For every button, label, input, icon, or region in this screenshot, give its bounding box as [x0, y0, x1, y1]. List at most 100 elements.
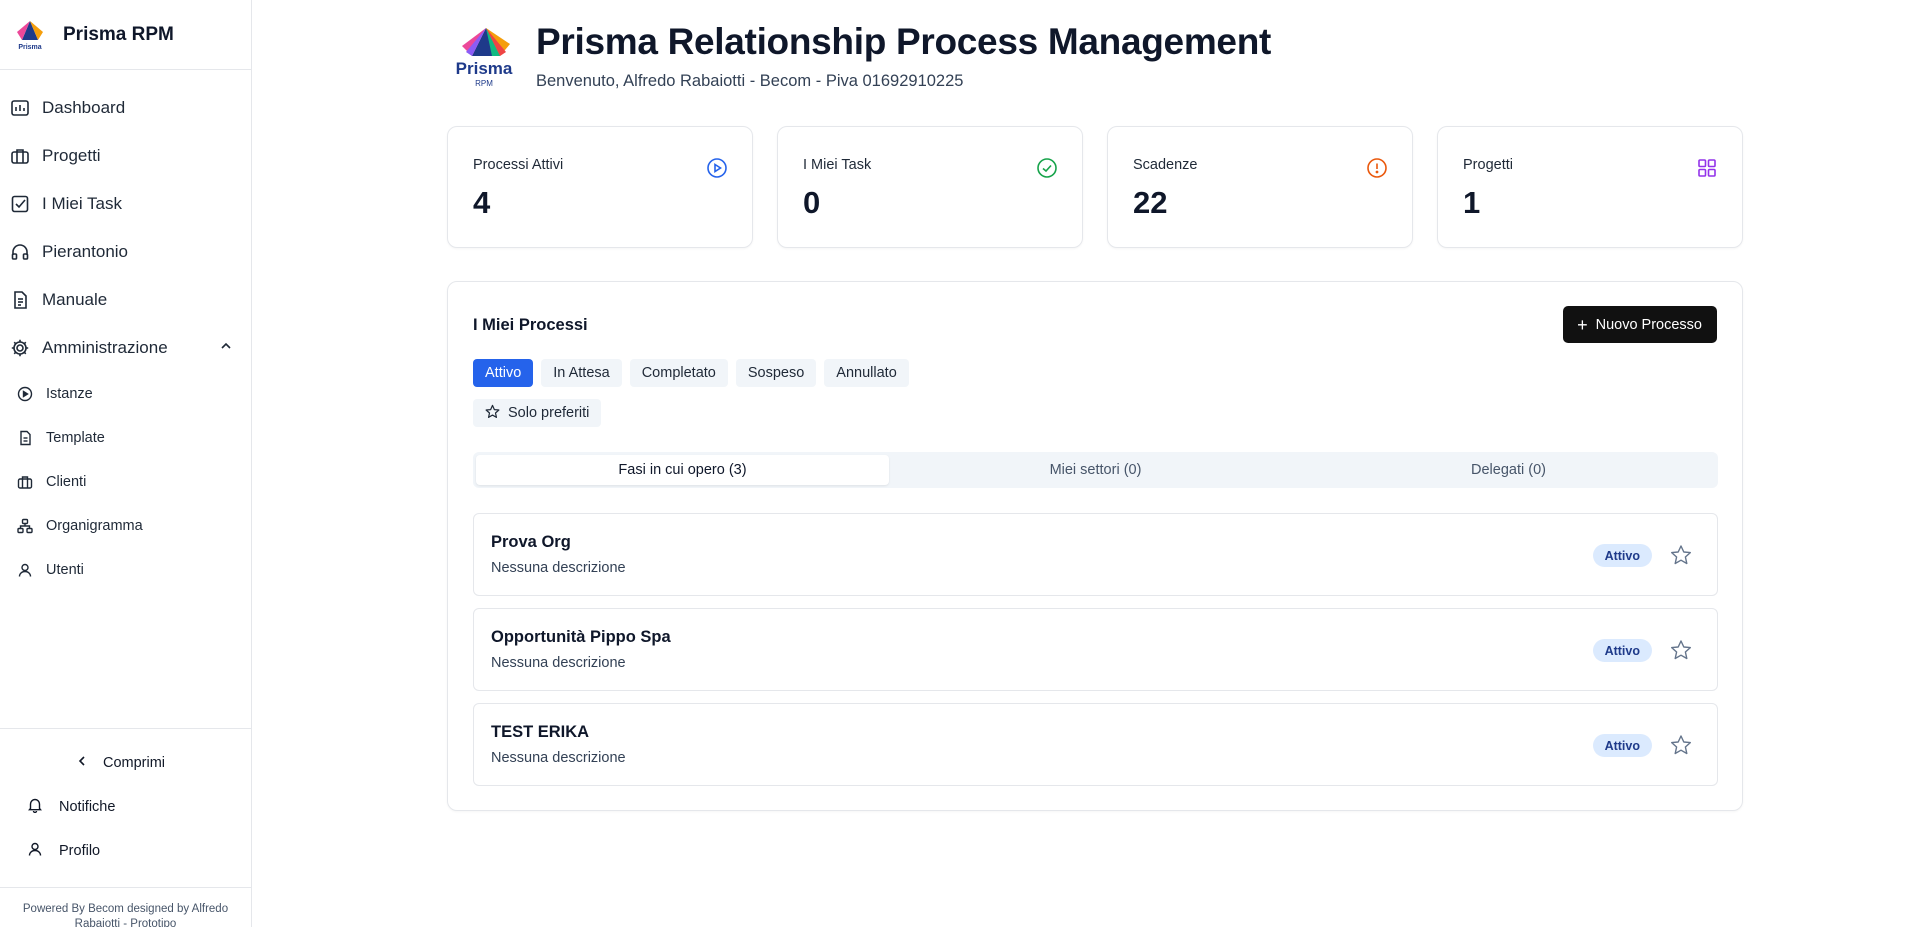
filter-sospeso[interactable]: Sospeso [735, 359, 817, 387]
star-icon [485, 404, 500, 423]
sidebar-item-progetti[interactable]: Progetti [0, 132, 251, 180]
user-icon [17, 562, 33, 578]
sidebar: Prisma Prisma RPM Dashboard Progetti I M… [0, 0, 252, 927]
stat-label: Scadenze [1133, 157, 1198, 173]
stat-card-processi[interactable]: Processi Attivi 4 [447, 126, 753, 248]
stat-value: 0 [803, 185, 821, 220]
gear-icon [10, 338, 30, 358]
sidebar-item-tasks[interactable]: I Miei Task [0, 180, 251, 228]
collapse-sidebar-button[interactable]: Comprimi [0, 741, 251, 785]
profile-label: Profilo [59, 843, 101, 859]
filter-completato[interactable]: Completato [629, 359, 728, 387]
status-badge: Attivo [1592, 639, 1652, 662]
page-title: Prisma Relationship Process Management [536, 21, 1272, 62]
sidebar-bottom: Comprimi Notifiche Profilo [0, 728, 251, 873]
document-icon [17, 430, 33, 446]
status-badge: Attivo [1592, 544, 1652, 567]
panel-title: I Miei Processi [473, 316, 588, 334]
tab-settori[interactable]: Miei settori (0) [889, 455, 1302, 485]
logo-subwordmark: RPM [475, 79, 493, 88]
play-circle-icon [17, 386, 33, 402]
favorite-star-icon[interactable] [1670, 544, 1692, 566]
grid-icon [1696, 157, 1718, 179]
sidebar-subitem-template[interactable]: Template [0, 416, 251, 460]
sidebar-item-label: Dashboard [42, 98, 126, 117]
building-icon [17, 474, 33, 490]
sidebar-item-manuale[interactable]: Manuale [0, 276, 251, 324]
profile-button[interactable]: Profilo [0, 829, 251, 873]
favorite-star-icon[interactable] [1670, 734, 1692, 756]
stat-card-progetti[interactable]: Progetti 1 [1437, 126, 1743, 248]
logo-wordmark: Prisma [456, 59, 513, 78]
tab-fasi[interactable]: Fasi in cui opero (3) [476, 455, 889, 485]
checkbox-icon [10, 194, 30, 214]
process-list: Prova Org Nessuna descrizione Attivo Opp… [473, 513, 1718, 798]
notifications-label: Notifiche [59, 799, 116, 815]
sidebar-subitem-label: Organigramma [46, 518, 143, 534]
sidebar-subitem-utenti[interactable]: Utenti [0, 548, 251, 592]
sidebar-item-dashboard[interactable]: Dashboard [0, 84, 251, 132]
sidebar-subitem-label: Utenti [46, 562, 84, 578]
sidebar-nav: Dashboard Progetti I Miei Task Pieranton… [0, 70, 251, 592]
favorites-filter[interactable]: Solo preferiti [473, 399, 602, 427]
app-name: Prisma RPM [63, 23, 174, 45]
process-description: Nessuna descrizione [491, 750, 626, 766]
welcome-text: Benvenuto, Alfredo Rabaiotti - Becom - P… [536, 72, 964, 90]
process-row[interactable]: Opportunità Pippo Spa Nessuna descrizion… [473, 608, 1718, 691]
sidebar-subitem-istanze[interactable]: Istanze [0, 372, 251, 416]
process-tabs: Fasi in cui opero (3) Miei settori (0) D… [473, 452, 1718, 488]
sidebar-subitem-label: Istanze [46, 386, 93, 402]
sidebar-item-amministrazione[interactable]: Amministrazione [0, 324, 251, 372]
process-title: TEST ERIKA [491, 723, 590, 741]
play-circle-icon [706, 157, 728, 179]
process-title: Opportunità Pippo Spa [491, 628, 671, 646]
new-process-button[interactable]: + Nuovo Processo [1563, 306, 1717, 343]
org-chart-icon [17, 518, 33, 534]
user-icon [27, 841, 43, 862]
svg-text:Prisma: Prisma [18, 44, 41, 51]
stats-row: Processi Attivi 4 I Miei Task 0 Scadenze… [447, 126, 1743, 248]
bell-icon [27, 797, 43, 818]
sidebar-brand[interactable]: Prisma Prisma RPM [0, 0, 251, 70]
status-filters: Attivo In Attesa Completato Sospeso Annu… [473, 359, 909, 387]
process-description: Nessuna descrizione [491, 560, 626, 576]
processes-panel: I Miei Processi + Nuovo Processo Attivo … [447, 281, 1743, 811]
check-circle-icon [1036, 157, 1058, 179]
sidebar-item-pierantonio[interactable]: Pierantonio [0, 228, 251, 276]
sidebar-subitem-label: Template [46, 430, 105, 446]
page-header: Prisma RPM Prisma Relationship Process M… [448, 21, 1272, 91]
stat-label: Processi Attivi [473, 157, 564, 173]
process-description: Nessuna descrizione [491, 655, 626, 671]
stat-label: Progetti [1463, 157, 1513, 173]
sidebar-subitem-organigramma[interactable]: Organigramma [0, 504, 251, 548]
process-row[interactable]: TEST ERIKA Nessuna descrizione Attivo [473, 703, 1718, 786]
tab-delegati[interactable]: Delegati (0) [1302, 455, 1715, 485]
new-process-label: Nuovo Processo [1595, 316, 1702, 333]
stat-card-tasks[interactable]: I Miei Task 0 [777, 126, 1083, 248]
prisma-logo-icon: Prisma RPM [448, 22, 520, 90]
process-title: Prova Org [491, 533, 571, 551]
sidebar-item-label: Pierantonio [42, 242, 129, 261]
dashboard-icon [10, 98, 30, 118]
plus-icon: + [1577, 314, 1588, 335]
collapse-label: Comprimi [103, 755, 166, 771]
chevron-up-icon [219, 339, 233, 358]
sidebar-item-label: Manuale [42, 290, 108, 309]
stat-card-scadenze[interactable]: Scadenze 22 [1107, 126, 1413, 248]
filter-annullato[interactable]: Annullato [824, 359, 909, 387]
stat-value: 4 [473, 185, 491, 220]
stat-value: 22 [1133, 185, 1168, 220]
process-row[interactable]: Prova Org Nessuna descrizione Attivo [473, 513, 1718, 596]
favorite-star-icon[interactable] [1670, 639, 1692, 661]
filter-in-attesa[interactable]: In Attesa [541, 359, 622, 387]
briefcase-icon [10, 146, 30, 166]
sidebar-footer: Powered By Becom designed by Alfredo Rab… [0, 887, 251, 927]
sidebar-subitem-clienti[interactable]: Clienti [0, 460, 251, 504]
alert-circle-icon [1366, 157, 1388, 179]
stat-value: 1 [1463, 185, 1481, 220]
notifications-button[interactable]: Notifiche [0, 785, 251, 829]
filter-attivo[interactable]: Attivo [473, 359, 534, 387]
sidebar-item-label: Progetti [42, 146, 101, 165]
favorites-label: Solo preferiti [508, 405, 590, 421]
prisma-logo-icon: Prisma [12, 17, 48, 53]
